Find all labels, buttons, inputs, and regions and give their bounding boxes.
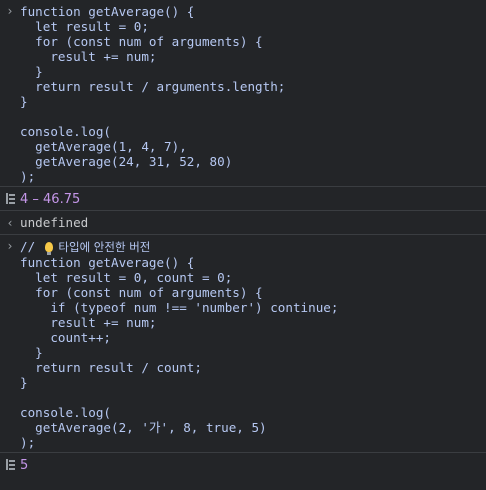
console-log-output-2: 5 [0, 453, 486, 477]
console-input-entry-2[interactable]: › // 타입에 안전한 버전 function getAverage() { … [0, 235, 486, 453]
code-block-2: // 타입에 안전한 버전 function getAverage() { le… [20, 239, 339, 450]
console-log-icon [4, 187, 16, 211]
console-log-icon [4, 453, 16, 477]
lightbulb-icon [44, 242, 53, 255]
chevron-right-icon: › [7, 239, 13, 253]
console-log-output-1: 4 – 46.75 [0, 187, 486, 211]
chevron-right-icon: › [7, 4, 13, 18]
console-input-entry-1[interactable]: › function getAverage() { let result = 0… [0, 0, 486, 187]
return-arrow-icon: ‹ [7, 216, 13, 230]
return-value[interactable]: undefined [20, 215, 88, 230]
console-return-output-1: ‹ undefined [0, 211, 486, 235]
log-output-value[interactable]: 5 [20, 458, 28, 473]
log-output-value[interactable]: 4 – 46.75 [20, 192, 80, 207]
code-block-1: function getAverage() { let result = 0; … [20, 4, 286, 184]
devtools-console: › function getAverage() { let result = 0… [0, 0, 486, 490]
